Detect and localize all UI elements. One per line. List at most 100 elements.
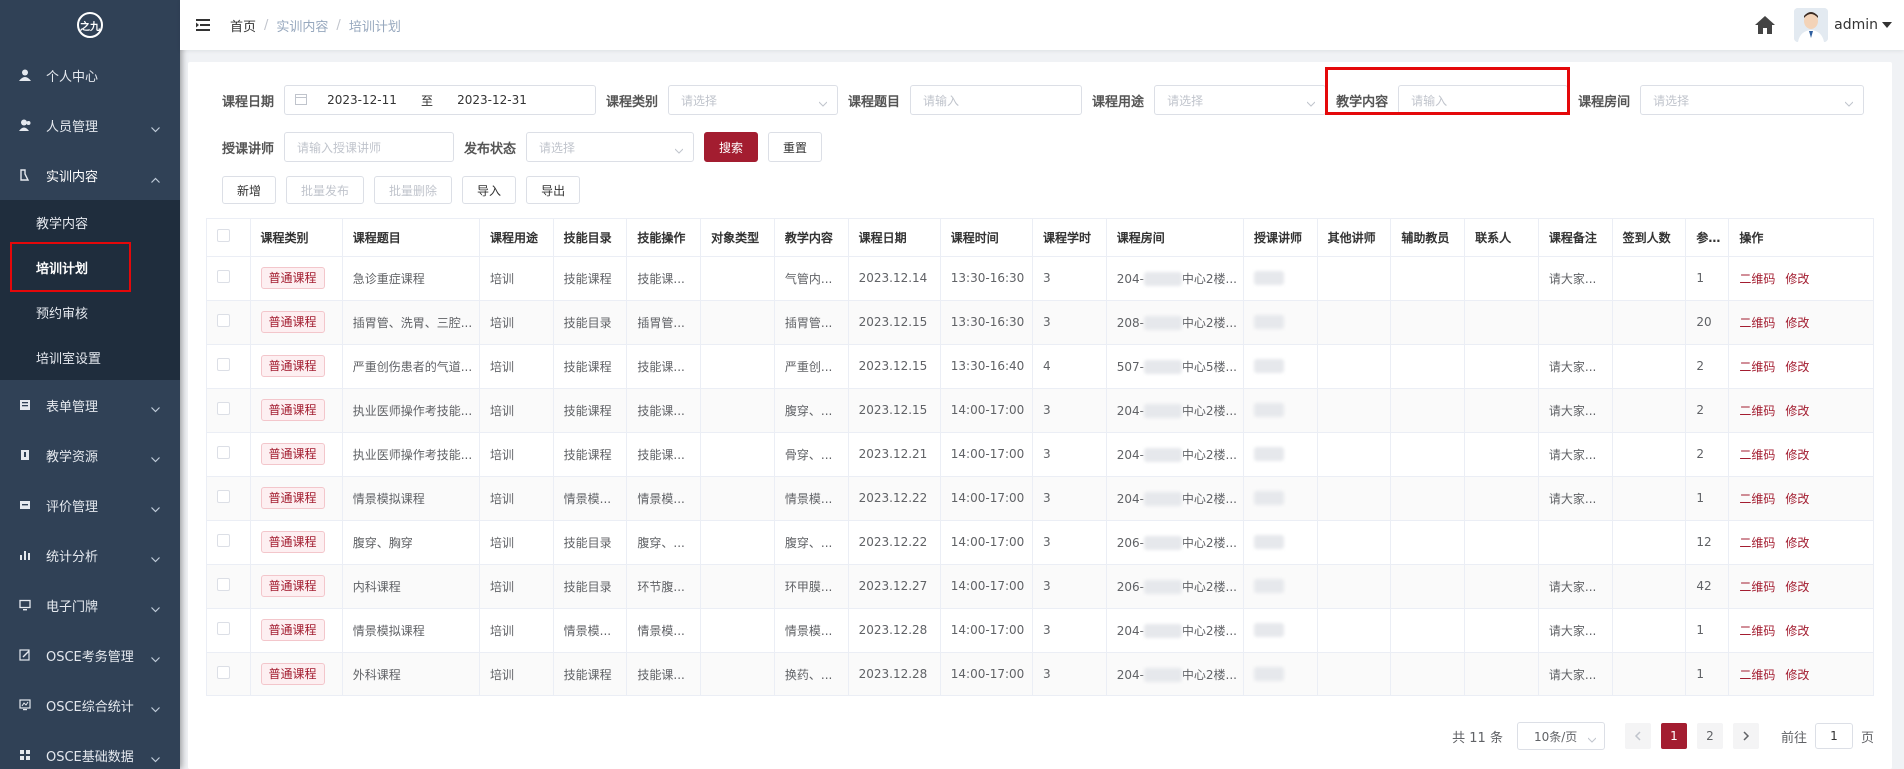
edit-link[interactable]: 修改: [1785, 272, 1809, 286]
date-end[interactable]: 2023-12-31: [437, 93, 547, 107]
date-range-picker[interactable]: 2023-12-11 至 2023-12-31: [284, 85, 597, 115]
reset-button[interactable]: 重置: [768, 132, 823, 162]
qrcode-link[interactable]: 二维码: [1739, 316, 1775, 330]
import-button[interactable]: 导入: [462, 176, 517, 204]
cell-empty: [700, 476, 775, 521]
cell-empty: [1317, 520, 1392, 565]
logo: 之九: [0, 0, 180, 50]
cell-hours: 3: [1032, 652, 1107, 695]
room-code: 204-: [1116, 447, 1144, 462]
edit-link[interactable]: 修改: [1785, 360, 1809, 374]
add-button[interactable]: 新增: [222, 176, 277, 204]
search-button[interactable]: 搜索: [704, 132, 759, 162]
prev-page-button[interactable]: [1624, 723, 1651, 749]
row-checkbox[interactable]: [217, 666, 230, 679]
select-all-checkbox[interactable]: [217, 229, 230, 243]
qrcode-link[interactable]: 二维码: [1739, 360, 1775, 374]
column-header: 课程类别: [250, 219, 343, 257]
qrcode-link[interactable]: 二维码: [1739, 448, 1775, 462]
cell-empty: [1612, 256, 1687, 301]
edit-link[interactable]: 修改: [1785, 492, 1809, 506]
sidebar-item-2[interactable]: 实训内容: [0, 150, 180, 200]
cell-empty: [1464, 432, 1539, 477]
sidebar-item-0[interactable]: 个人中心: [0, 50, 180, 100]
cell-dir: 情景模...: [553, 608, 628, 653]
sidebar-item-label: 实训内容: [46, 169, 99, 185]
label-course-date: 课程日期: [222, 94, 275, 110]
sidebar-subitem-2[interactable]: 预约审核: [0, 290, 180, 335]
sidebar-item-8[interactable]: OSCE考务管理: [0, 630, 180, 680]
cell-content: 换药、...: [774, 652, 849, 695]
row-checkbox[interactable]: [217, 270, 230, 283]
sidebar-subitem-3[interactable]: 培训室设置: [0, 335, 180, 380]
qrcode-link[interactable]: 二维码: [1739, 668, 1775, 682]
edit-link[interactable]: 修改: [1785, 448, 1809, 462]
cell-topic: 严重创伤患者的气道...: [342, 344, 480, 389]
edit-link[interactable]: 修改: [1785, 404, 1809, 418]
table-row: 普通课程 内科课程 培训 技能目录 环节腹... 环甲膜... 2023.12.27 14:0…: [207, 564, 1873, 609]
qrcode-link[interactable]: 二维码: [1739, 624, 1775, 638]
hamburger-icon[interactable]: [196, 17, 212, 33]
table-row: 普通课程 插胃管、洗胃、三腔... 培训 技能目录 插胃管... 插胃管... 2023.1…: [207, 300, 1873, 345]
avatar[interactable]: [1794, 8, 1829, 42]
qrcode-link[interactable]: 二维码: [1739, 536, 1775, 550]
qrcode-link[interactable]: 二维码: [1739, 272, 1775, 286]
teacher-input[interactable]: 请输入授课讲师: [284, 132, 455, 162]
breadcrumb-training-content[interactable]: 实训内容: [276, 16, 328, 35]
edit-link[interactable]: 修改: [1785, 316, 1809, 330]
course-room-select[interactable]: 请选择: [1640, 85, 1865, 115]
room-location: 中心5楼...: [1181, 359, 1238, 374]
sidebar-item-1[interactable]: 人员管理: [0, 100, 180, 150]
page-size-select[interactable]: 10条/页: [1516, 722, 1605, 750]
sidebar-item-10[interactable]: OSCE基础数据: [0, 730, 180, 769]
table-toolbar: 新增 批量发布 批量删除 导入 导出: [222, 176, 581, 204]
page-2-button[interactable]: 2: [1696, 723, 1723, 749]
next-page-button[interactable]: [1732, 723, 1759, 749]
cell-remark: [1538, 520, 1613, 565]
sidebar-item-3[interactable]: 表单管理: [0, 380, 180, 430]
row-checkbox[interactable]: [217, 402, 230, 415]
sidebar-item-4[interactable]: 教学资源: [0, 430, 180, 480]
row-checkbox[interactable]: [217, 358, 230, 371]
publish-status-select[interactable]: 请选择: [526, 132, 695, 162]
edit-link[interactable]: 修改: [1785, 624, 1809, 638]
batch-publish-button[interactable]: 批量发布: [286, 176, 365, 204]
row-checkbox[interactable]: [217, 490, 230, 503]
course-purpose-select[interactable]: 请选择: [1154, 85, 1327, 115]
sidebar-item-6[interactable]: 统计分析: [0, 530, 180, 580]
column-header: 课程房间: [1106, 219, 1244, 257]
row-checkbox[interactable]: [217, 622, 230, 635]
redacted-text: [1253, 315, 1284, 330]
row-checkbox[interactable]: [217, 446, 230, 459]
course-category-select[interactable]: 请选择: [668, 85, 839, 115]
cell-course-category: 普通课程: [250, 344, 343, 389]
edit-link[interactable]: 修改: [1785, 580, 1809, 594]
row-checkbox[interactable]: [217, 578, 230, 591]
sidebar-item-9[interactable]: OSCE综合统计: [0, 680, 180, 730]
breadcrumb-home[interactable]: 首页: [230, 16, 256, 35]
edit-link[interactable]: 修改: [1785, 668, 1809, 682]
qrcode-link[interactable]: 二维码: [1739, 492, 1775, 506]
page-1-button[interactable]: 1: [1660, 723, 1687, 749]
goto-page-input[interactable]: 1: [1814, 723, 1853, 749]
cell-join: 2: [1685, 344, 1730, 389]
date-start[interactable]: 2023-12-11: [307, 93, 417, 107]
cell-teacher: [1243, 388, 1318, 433]
sidebar-item-5[interactable]: 评价管理: [0, 480, 180, 530]
caret-down-icon[interactable]: [1882, 18, 1892, 32]
sidebar-item-7[interactable]: 电子门牌: [0, 580, 180, 630]
qrcode-link[interactable]: 二维码: [1739, 580, 1775, 594]
row-checkbox[interactable]: [217, 534, 230, 547]
publish-status-placeholder: 请选择: [539, 140, 576, 155]
export-button[interactable]: 导出: [526, 176, 581, 204]
chevron-down-icon: [1844, 97, 1854, 107]
edit-link[interactable]: 修改: [1785, 536, 1809, 550]
username[interactable]: admin: [1834, 17, 1878, 33]
cell-empty: [1612, 476, 1687, 521]
qrcode-link[interactable]: 二维码: [1739, 404, 1775, 418]
sidebar-subitem-0[interactable]: 教学内容: [0, 200, 180, 245]
batch-delete-button[interactable]: 批量删除: [374, 176, 453, 204]
course-topic-input[interactable]: 请输入: [910, 85, 1083, 115]
home-icon[interactable]: [1754, 14, 1776, 36]
row-checkbox[interactable]: [217, 314, 230, 327]
